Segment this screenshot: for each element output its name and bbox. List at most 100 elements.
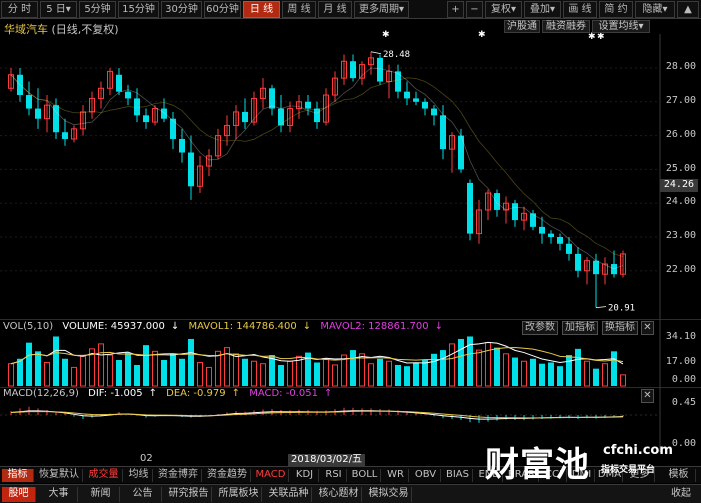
hide-button[interactable]: 隐藏▾: [635, 1, 675, 18]
tab-obv[interactable]: OBV: [411, 469, 441, 482]
simple-button[interactable]: 简 约: [599, 1, 633, 18]
vol-edit-params-button[interactable]: 改参数: [522, 321, 558, 335]
tab-5min[interactable]: 5分钟: [79, 1, 116, 18]
volume-bar: [422, 360, 428, 386]
candle-body: [404, 91, 410, 99]
volume-bar: [395, 364, 401, 386]
vol-add-indicator-button[interactable]: 加指标: [562, 321, 598, 335]
nav-sim-trading[interactable]: 模拟交易: [366, 487, 412, 502]
volume-bar: [413, 362, 419, 386]
candle-body: [125, 91, 131, 99]
nav-stock-forum[interactable]: 股吧: [2, 487, 36, 502]
volume-bar: [566, 355, 572, 386]
min-price-pointer: [595, 306, 607, 309]
volume-bar: [386, 360, 392, 387]
up-arrow-icon: ↑: [323, 388, 333, 399]
collapse-up-icon[interactable]: ▲: [677, 1, 699, 18]
tab-volume[interactable]: 成交量: [85, 469, 123, 482]
volume-bar: [494, 347, 500, 386]
overlay-button[interactable]: 叠加▾: [524, 1, 561, 18]
zoom-in-button[interactable]: +: [447, 1, 464, 18]
zoom-out-button[interactable]: −: [466, 1, 483, 18]
tab-indicators[interactable]: 指标: [2, 469, 34, 482]
tab-weekly[interactable]: 周 线: [282, 1, 316, 18]
tab-kdj[interactable]: KDJ: [291, 469, 319, 482]
macd-close-icon[interactable]: ✕: [641, 389, 654, 403]
nav-sectors[interactable]: 所属板块: [216, 487, 262, 502]
tab-boll[interactable]: BOLL: [349, 469, 381, 482]
candle-body: [188, 152, 194, 187]
volume-bar: [197, 361, 203, 387]
current-price-label: 24.26: [659, 179, 698, 192]
watermark-logo: 财富池: [485, 445, 590, 485]
volume-bar: [269, 355, 275, 386]
tab-60min[interactable]: 60分钟: [204, 1, 241, 18]
volume-bar: [593, 368, 599, 386]
candle-body: [413, 98, 419, 102]
volume-bar: [278, 364, 284, 386]
tab-capital-game[interactable]: 资金博弈: [155, 469, 202, 482]
draw-line-button[interactable]: 画 线: [563, 1, 597, 18]
volume-bar: [116, 360, 122, 386]
nav-research[interactable]: 研究报告: [166, 487, 212, 502]
min-price-label: 20.91: [608, 304, 635, 314]
tab-template[interactable]: 模板: [662, 469, 696, 482]
volume-bar: [602, 363, 608, 387]
nav-core-themes[interactable]: 核心题材: [316, 487, 362, 502]
tab-rsi[interactable]: RSI: [321, 469, 347, 482]
volume-bar: [125, 352, 131, 386]
volume-bar: [26, 342, 32, 386]
tab-capital-trend[interactable]: 资金趋势: [204, 469, 251, 482]
volume-bar: [449, 343, 455, 387]
vol-switch-indicator-button[interactable]: 换指标: [602, 321, 638, 335]
volume-bar: [359, 353, 365, 387]
nav-events[interactable]: 大事: [40, 487, 78, 502]
volume-bar: [287, 360, 293, 387]
stock-title: 华域汽车 (日线,不复权): [4, 21, 119, 37]
macd-dif-value: DIF: -1.005: [88, 388, 143, 399]
tab-wr[interactable]: WR: [383, 469, 409, 482]
hk-connect-tag[interactable]: 沪股通: [504, 20, 540, 33]
candle-body: [494, 193, 500, 210]
volume-bar: [512, 357, 518, 386]
volume-bar: [539, 363, 545, 386]
date-cursor-label: 2018/03/02/五: [288, 454, 366, 466]
volume-bar: [35, 351, 41, 386]
tab-5day[interactable]: 5 日▾: [40, 1, 77, 18]
candlestick-chart[interactable]: 28.4820.91✱ ✱ ✱ ✱: [0, 19, 701, 319]
event-star-icon: ✱: [597, 32, 605, 42]
candle-body: [566, 243, 572, 254]
volume-bar: [350, 350, 356, 386]
vol-close-icon[interactable]: ✕: [641, 321, 654, 335]
tab-monthly[interactable]: 月 线: [318, 1, 352, 18]
adjust-button[interactable]: 复权▾: [485, 1, 522, 18]
tab-more-periods[interactable]: 更多周期▾: [354, 1, 409, 18]
margin-trading-tag[interactable]: 融资融券: [542, 20, 590, 33]
macd-dea-value: DEA: -0.979: [166, 388, 226, 399]
set-ma-button[interactable]: 设置均线▾: [592, 20, 650, 33]
collapse-button[interactable]: 收起: [664, 487, 698, 502]
candle-body: [557, 237, 563, 244]
candle-body: [575, 253, 581, 271]
candle-body: [305, 101, 311, 109]
candle-body: [161, 108, 167, 119]
volume-bar: [314, 362, 320, 386]
tab-bias[interactable]: BIAS: [443, 469, 473, 482]
tab-daily[interactable]: 日 线: [243, 1, 280, 18]
candle-body: [395, 71, 401, 92]
nav-announcements[interactable]: 公告: [124, 487, 162, 502]
max-price-pointer: [370, 51, 382, 55]
nav-news[interactable]: 新闻: [82, 487, 120, 502]
tab-restore-default[interactable]: 恢复默认: [36, 469, 83, 482]
tab-ma[interactable]: 均线: [125, 469, 153, 482]
candle-body: [512, 203, 518, 221]
candle-body: [593, 260, 599, 275]
tab-intraday[interactable]: 分 时: [1, 1, 38, 18]
tab-macd[interactable]: MACD: [253, 469, 289, 482]
nav-related[interactable]: 关联品种: [266, 487, 312, 502]
tab-15min[interactable]: 15分钟: [118, 1, 159, 18]
volume-bar: [431, 353, 437, 386]
down-arrow-icon: ↓: [434, 321, 444, 332]
volume-bar: [80, 355, 86, 387]
tab-30min[interactable]: 30分钟: [161, 1, 202, 18]
